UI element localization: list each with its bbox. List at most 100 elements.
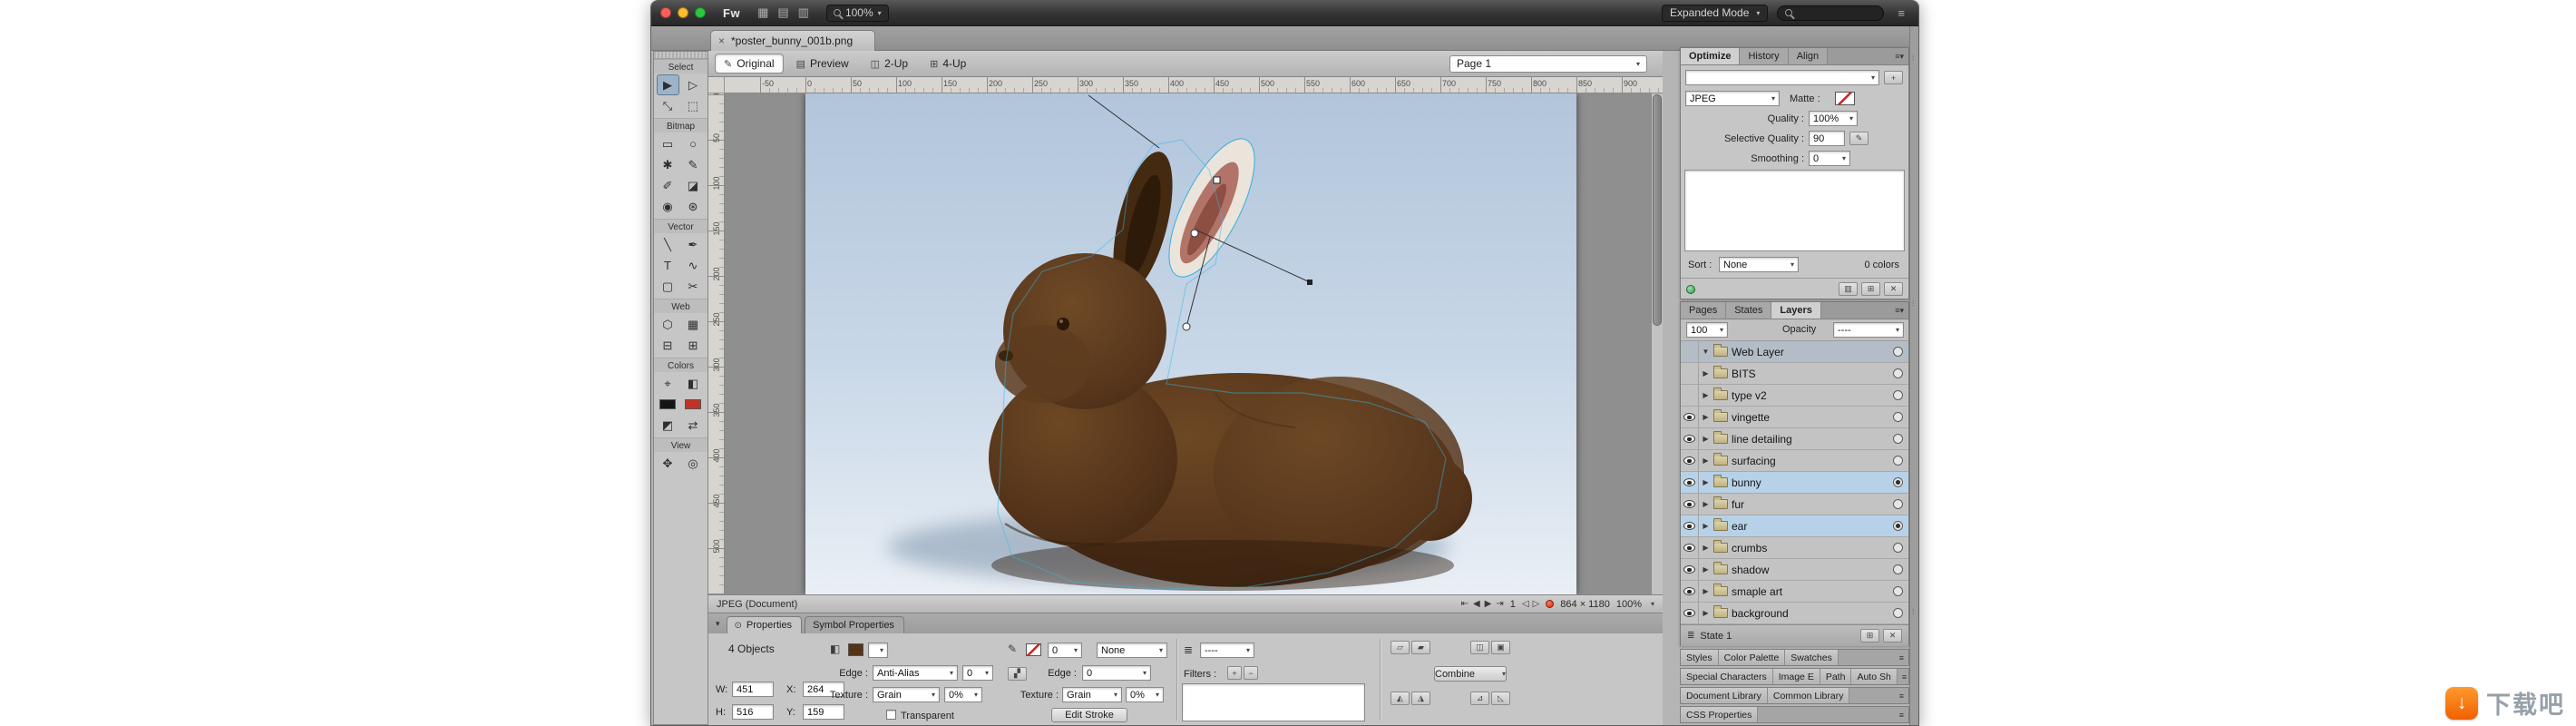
layer-row-crumbs[interactable]: ▶ crumbs <box>1681 537 1908 559</box>
visibility-toggle[interactable] <box>1681 428 1699 449</box>
polygon-hotspot-tool[interactable]: ⬡ <box>657 314 679 335</box>
layer-selection-circle[interactable] <box>1893 543 1903 553</box>
smoothing-field[interactable]: 0 ▾ <box>1809 151 1850 166</box>
pointer-tool[interactable]: ▶ <box>656 74 679 95</box>
subselection-tool[interactable]: ▷ <box>682 74 705 95</box>
stroke-color-swatch[interactable] <box>1026 643 1041 656</box>
visibility-toggle[interactable] <box>1681 559 1699 580</box>
fill-edge-amount[interactable]: 0 ▾ <box>962 665 993 681</box>
expand-triangle-icon[interactable]: ▶ <box>1699 609 1712 617</box>
panel-tab-auto-sh[interactable]: Auto Sh <box>1851 669 1898 684</box>
visibility-toggle-empty[interactable] <box>1681 341 1699 362</box>
layer-selection-circle[interactable] <box>1893 390 1903 400</box>
y-field[interactable]: 159 <box>803 704 844 720</box>
slice-tool[interactable]: ▦ <box>682 314 705 335</box>
expand-triangle-icon[interactable]: ▶ <box>1699 565 1712 574</box>
layer-selection-circle[interactable] <box>1893 412 1903 422</box>
tab-history[interactable]: History <box>1740 48 1789 64</box>
quality-field[interactable]: 100% ▾ <box>1809 111 1858 126</box>
knife-tool[interactable]: ✂ <box>682 276 705 297</box>
scale-tool[interactable]: ⤡ <box>657 95 679 116</box>
visibility-toggle[interactable] <box>1681 472 1699 493</box>
path-op-button[interactable]: ◫ <box>1470 641 1489 654</box>
panel-menu-icon[interactable]: ≡ <box>1895 688 1908 703</box>
panel-menu-icon[interactable]: ≡▾ <box>1890 48 1908 64</box>
visibility-toggle[interactable] <box>1681 603 1699 623</box>
path-op-button[interactable]: ▰ <box>1411 641 1430 654</box>
path-op-button[interactable]: ▣ <box>1491 641 1510 654</box>
freeform-tool[interactable]: ∿ <box>682 255 705 276</box>
layer-selection-circle[interactable] <box>1893 477 1903 487</box>
transport-button-1[interactable]: ◀ <box>1473 599 1480 609</box>
marquee-tool[interactable]: ▭ <box>657 133 679 154</box>
expand-triangle-icon[interactable]: ▼ <box>1699 348 1712 356</box>
filters-list[interactable] <box>1182 683 1365 721</box>
stroke-texture-amount[interactable]: 0% ▾ <box>1126 687 1164 702</box>
vertical-scrollbar[interactable] <box>1651 93 1663 594</box>
color-table-button[interactable]: ▥ <box>1839 282 1858 296</box>
fill-edge-dropdown[interactable]: Anti-Alias ▾ <box>873 665 958 681</box>
combine-button[interactable]: Combine ▾ <box>1434 666 1507 682</box>
expand-triangle-icon[interactable]: ▶ <box>1699 413 1712 421</box>
panel-tab-color-palette[interactable]: Color Palette <box>1718 650 1786 665</box>
page-icon[interactable]: ▤ <box>777 5 788 20</box>
bezier-handle-end[interactable] <box>1307 280 1312 285</box>
expand-triangle-icon[interactable]: ▶ <box>1699 500 1712 508</box>
expand-triangle-icon[interactable]: ▶ <box>1699 587 1712 595</box>
delete-state-button[interactable]: ✕ <box>1883 629 1902 643</box>
stroke-option-icon[interactable]: ▞ <box>1008 667 1027 681</box>
stroke-texture-dropdown[interactable]: Grain ▾ <box>1062 687 1122 702</box>
close-window-button[interactable] <box>660 7 671 18</box>
minimize-window-button[interactable] <box>678 7 688 18</box>
canvas-viewport[interactable] <box>725 93 1663 594</box>
tab-pages[interactable]: Pages <box>1681 302 1727 319</box>
rectangle-tool[interactable]: ▢ <box>657 276 679 297</box>
visibility-toggle[interactable] <box>1681 581 1699 602</box>
expand-triangle-icon[interactable]: ▶ <box>1699 369 1712 378</box>
document-canvas[interactable] <box>805 93 1576 594</box>
tab-symbol-properties[interactable]: Symbol Properties <box>805 616 904 633</box>
page-select[interactable]: Page 1 ▾ <box>1449 54 1647 73</box>
visibility-toggle[interactable] <box>1681 537 1699 558</box>
tab-properties[interactable]: ⊙ Properties <box>726 616 803 633</box>
workspace-mode-select[interactable]: Expanded Mode ▾ <box>1661 4 1769 22</box>
stroke-edge-slider[interactable]: 0 ▾ <box>1082 665 1151 681</box>
selected-anchor-point[interactable] <box>1213 176 1221 184</box>
default-colors-button[interactable]: ◩ <box>657 415 679 436</box>
path-op-button[interactable]: ▱ <box>1390 641 1410 654</box>
panel-tab-special-characters[interactable]: Special Characters <box>1681 669 1773 684</box>
panel-tab-image-e[interactable]: Image E <box>1772 669 1820 684</box>
layer-selection-circle[interactable] <box>1893 456 1903 466</box>
transport-button-0[interactable]: ⇤ <box>1461 599 1469 609</box>
edit-selective-quality-button[interactable]: ✎ <box>1849 132 1869 145</box>
view-mode-2-up[interactable]: ◫ 2-Up <box>862 54 917 74</box>
layer-row-vingette[interactable]: ▶ vingette <box>1681 407 1908 428</box>
tab-optimize[interactable]: Optimize <box>1681 48 1741 64</box>
expand-triangle-icon[interactable]: ▶ <box>1699 456 1712 465</box>
nav-button-0[interactable]: ◁ <box>1522 599 1529 609</box>
tab-states[interactable]: States <box>1726 302 1772 319</box>
layout-icon[interactable]: ▥ <box>798 5 809 20</box>
align-button[interactable]: ◺ <box>1491 692 1510 705</box>
align-button[interactable]: ◭ <box>1390 692 1410 705</box>
panel-tab-common-library[interactable]: Common Library <box>1767 688 1850 703</box>
panel-menu-icon[interactable]: ≡ <box>1895 707 1908 722</box>
expand-triangle-icon[interactable]: ▶ <box>1699 391 1712 399</box>
view-mode-preview[interactable]: ▤ Preview <box>787 54 858 74</box>
height-field[interactable]: 516 <box>732 704 774 720</box>
expand-triangle-icon[interactable]: ▶ <box>1699 544 1712 552</box>
expand-triangle-icon[interactable]: ▶ <box>1699 522 1712 530</box>
dock-edge[interactable]: ⁞ ⁞ ⁞ <box>1909 26 1918 725</box>
add-color-button[interactable]: ⊞ <box>1861 282 1880 296</box>
tab-layers[interactable]: Layers <box>1771 302 1821 319</box>
align-button[interactable]: ⊿ <box>1470 692 1489 705</box>
magic-wand-tool[interactable]: ✱ <box>657 154 679 175</box>
selective-quality-field[interactable]: 90 <box>1809 131 1845 146</box>
expand-triangle-icon[interactable]: ▶ <box>1699 435 1712 443</box>
lasso-tool[interactable]: ○ <box>682 133 705 154</box>
brush-tool[interactable]: ✎ <box>682 154 705 175</box>
fill-color-swatch[interactable] <box>848 643 864 656</box>
delete-color-button[interactable]: ✕ <box>1884 282 1903 296</box>
blend-mode-dropdown[interactable]: ---- ▾ <box>1200 643 1254 658</box>
collapse-panel-icon[interactable]: ▾ <box>716 619 720 629</box>
